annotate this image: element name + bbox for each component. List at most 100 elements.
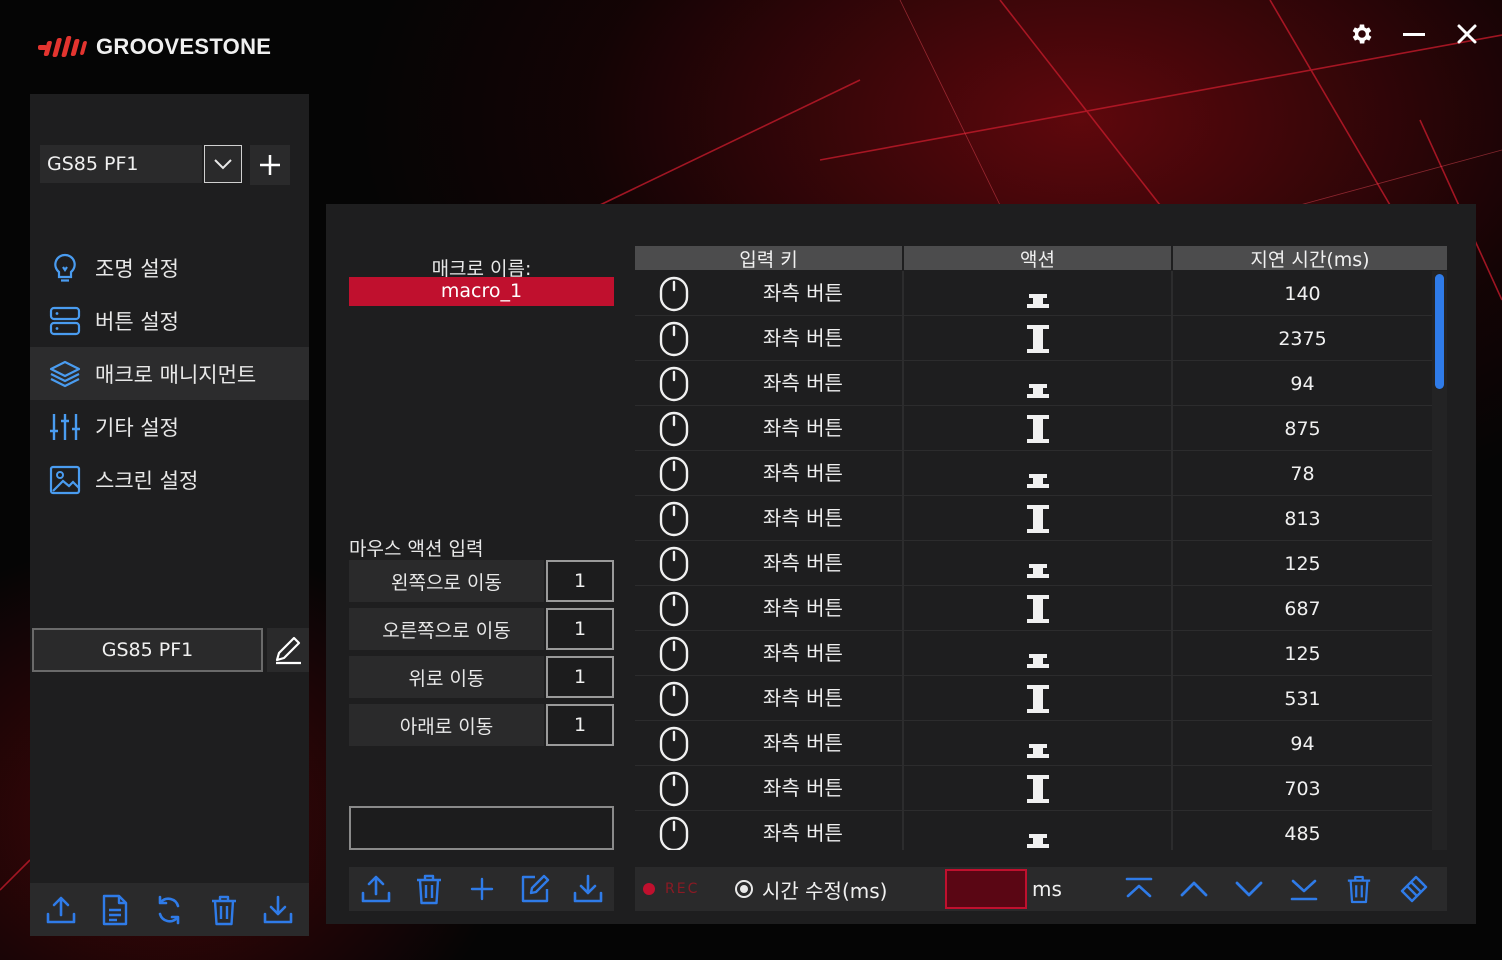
close-button[interactable] [1450, 17, 1484, 51]
delay-cell[interactable]: 140 [1173, 271, 1432, 316]
table-row[interactable]: 좌측 버튼 125 [635, 541, 1432, 586]
key-release-icon [1026, 293, 1049, 308]
mouse-icon [659, 366, 689, 402]
move-left-amount[interactable]: 1 [546, 560, 614, 602]
table-row[interactable]: 좌측 버튼 94 [635, 361, 1432, 406]
delay-cell[interactable]: 125 [1173, 631, 1432, 676]
event-nav-buttons [1111, 867, 1441, 911]
sync-profile-button[interactable] [149, 890, 189, 930]
move-to-top-button[interactable] [1119, 869, 1159, 909]
move-down-button[interactable] [1229, 869, 1269, 909]
gear-icon [1352, 24, 1372, 44]
delay-ms-input[interactable] [945, 869, 1027, 909]
trash-icon [211, 895, 236, 925]
table-row[interactable]: 좌측 버튼 531 [635, 676, 1432, 721]
table-row[interactable]: 좌측 버튼 2375 [635, 316, 1432, 361]
profile-select[interactable]: GS85 PF1 [40, 145, 202, 183]
input-key-label: 좌측 버튼 [763, 641, 843, 665]
table-row[interactable]: 좌측 버튼 703 [635, 766, 1432, 811]
record-label: REC [665, 881, 700, 897]
input-key-cell: 좌측 버튼 [635, 631, 904, 676]
mouse-action-title: 마우스 액션 입력 [349, 538, 484, 560]
delete-macro-button[interactable] [409, 869, 449, 909]
server-icon [48, 304, 82, 338]
record-button[interactable]: REC [643, 867, 699, 911]
edit-profile-name-button[interactable] [267, 628, 309, 672]
record-dot-icon [643, 883, 655, 895]
action-cell [904, 631, 1173, 676]
key-release-icon [1026, 833, 1049, 848]
move-left-button[interactable]: 왼쪽으로 이동 [349, 560, 544, 602]
nav-item-label: 기타 설정 [95, 415, 179, 440]
delay-cell[interactable]: 875 [1173, 406, 1432, 451]
move-up-amount[interactable]: 1 [546, 656, 614, 698]
nav-item-macro[interactable]: 매크로 매니지먼트 [30, 347, 309, 400]
key-release-icon [1026, 653, 1049, 668]
clear-all-events-button[interactable] [1394, 869, 1434, 909]
add-profile-button[interactable] [250, 145, 290, 185]
table-row[interactable]: 좌측 버튼 78 [635, 451, 1432, 496]
table-row[interactable]: 좌측 버튼 687 [635, 586, 1432, 631]
nav-item-lighting[interactable]: 조명 설정 [30, 241, 309, 294]
delay-cell[interactable]: 94 [1173, 361, 1432, 406]
mouse-icon [659, 321, 689, 357]
nav-item-buttons[interactable]: 버튼 설정 [30, 294, 309, 347]
table-row[interactable]: 좌측 버튼 485 [635, 811, 1432, 850]
groovestone-logo-icon [38, 36, 87, 57]
move-to-bottom-button[interactable] [1284, 869, 1324, 909]
import-profile-button[interactable] [258, 890, 298, 930]
table-row[interactable]: 좌측 버튼 94 [635, 721, 1432, 766]
macro-toolbar [349, 867, 614, 911]
delay-cell[interactable]: 485 [1173, 811, 1432, 850]
table-row[interactable]: 좌측 버튼 875 [635, 406, 1432, 451]
move-right-amount[interactable]: 1 [546, 608, 614, 650]
export-macro-button[interactable] [356, 869, 396, 909]
key-release-icon [1026, 383, 1049, 398]
move-right-button[interactable]: 오른쪽으로 이동 [349, 608, 544, 650]
macro-name-field[interactable]: macro_1 [349, 277, 614, 306]
macro-text-input[interactable] [349, 806, 614, 850]
key-press-icon [1026, 774, 1049, 803]
upload-icon [46, 896, 76, 923]
delay-cell[interactable]: 78 [1173, 451, 1432, 496]
move-down-button[interactable]: 아래로 이동 [349, 704, 544, 746]
move-up-icon [1180, 881, 1207, 897]
table-row[interactable]: 좌측 버튼 140 [635, 271, 1432, 316]
delay-cell[interactable]: 813 [1173, 496, 1432, 541]
profile-dropdown-button[interactable] [204, 145, 242, 183]
settings-button[interactable] [1345, 17, 1379, 51]
move-down-amount[interactable]: 1 [546, 704, 614, 746]
delay-cell[interactable]: 125 [1173, 541, 1432, 586]
table-row[interactable]: 좌측 버튼 125 [635, 631, 1432, 676]
lightbulb-icon [48, 251, 82, 285]
input-key-label: 좌측 버튼 [763, 821, 843, 845]
edit-macro-button[interactable] [515, 869, 555, 909]
move-top-icon [1125, 877, 1152, 898]
action-cell [904, 406, 1173, 451]
mouse-action-row: 왼쪽으로 이동 1 [349, 560, 614, 602]
move-up-button[interactable] [1174, 869, 1214, 909]
delay-cell[interactable]: 687 [1173, 586, 1432, 631]
time-edit-radio[interactable]: 시간 수정(ms) [735, 867, 887, 911]
nav-item-screen[interactable]: 스크린 설정 [30, 453, 309, 506]
export-profile-button[interactable] [41, 890, 81, 930]
mouse-icon [659, 501, 689, 537]
nav-item-other[interactable]: 기타 설정 [30, 400, 309, 453]
add-macro-button[interactable] [462, 869, 502, 909]
minimize-icon [1403, 33, 1425, 36]
delay-cell[interactable]: 94 [1173, 721, 1432, 766]
table-row[interactable]: 좌측 버튼 813 [635, 496, 1432, 541]
delete-profile-button[interactable] [204, 890, 244, 930]
move-up-button[interactable]: 위로 이동 [349, 656, 544, 698]
import-macro-button[interactable] [568, 869, 608, 909]
new-profile-button[interactable] [95, 890, 135, 930]
mouse-icon [659, 411, 689, 447]
scrollbar-thumb[interactable] [1435, 274, 1444, 389]
delay-cell[interactable]: 703 [1173, 766, 1432, 811]
minimize-button[interactable] [1397, 17, 1431, 51]
delay-cell[interactable]: 2375 [1173, 316, 1432, 361]
delay-cell[interactable]: 531 [1173, 676, 1432, 721]
delete-event-button[interactable] [1339, 869, 1379, 909]
profile-name-field[interactable]: GS85 PF1 [32, 628, 263, 672]
input-key-cell: 좌측 버튼 [635, 811, 904, 850]
